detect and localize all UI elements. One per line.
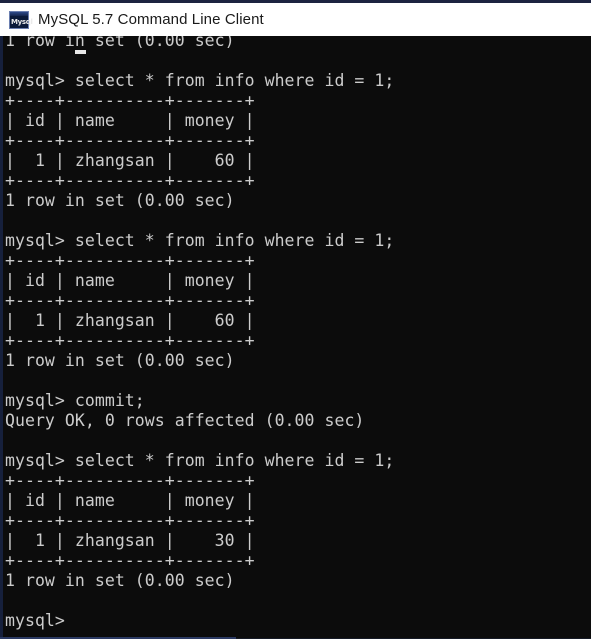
terminal-line: 1 row in set (0.00 sec) [5, 571, 235, 590]
terminal-line: | id | name | money | [5, 111, 255, 130]
terminal-line: mysql> [5, 611, 75, 630]
window-titlebar[interactable]: Mysql MySQL 5.7 Command Line Client [0, 0, 591, 36]
terminal-line: Query OK, 0 rows affected (0.00 sec) [5, 411, 365, 430]
mysql-console-icon: Mysql [9, 11, 33, 29]
terminal-screen: 1 row in set (0.00 sec) mysql> select * … [3, 36, 591, 631]
terminal-line: | 1 | zhangsan | 60 | [5, 151, 255, 170]
terminal-line: | 1 | zhangsan | 30 | [5, 531, 255, 550]
terminal-line: +----+----------+-------+ [5, 471, 255, 490]
terminal-line: +----+----------+-------+ [5, 291, 255, 310]
window-title: MySQL 5.7 Command Line Client [38, 11, 264, 28]
terminal-line: +----+----------+-------+ [5, 511, 255, 530]
terminal-line: +----+----------+-------+ [5, 331, 255, 350]
terminal-line: | 1 | zhangsan | 60 | [5, 311, 255, 330]
terminal-line: mysql> select * from info where id = 1; [5, 231, 395, 250]
terminal-line: +----+----------+-------+ [5, 551, 255, 570]
mysql-client-window: Mysql MySQL 5.7 Command Line Client 1 ro… [0, 0, 591, 639]
terminal-line: +----+----------+-------+ [5, 171, 255, 190]
terminal-line: +----+----------+-------+ [5, 91, 255, 110]
terminal-line: 1 row in set (0.00 sec) [5, 191, 235, 210]
terminal-line: mysql> commit; [5, 391, 145, 410]
terminal-line: 1 row in set (0.00 sec) [5, 36, 235, 50]
terminal-line: +----+----------+-------+ [5, 251, 255, 270]
icon-glyph-text: Mysql [11, 18, 33, 26]
terminal-line: mysql> select * from info where id = 1; [5, 451, 395, 470]
terminal-line: 1 row in set (0.00 sec) [5, 351, 235, 370]
terminal-line: | id | name | money | [5, 491, 255, 510]
terminal-line: +----+----------+-------+ [5, 131, 255, 150]
terminal-cursor [75, 50, 86, 54]
terminal-line: mysql> select * from info where id = 1; [5, 71, 395, 90]
terminal-output-area[interactable]: 1 row in set (0.00 sec) mysql> select * … [0, 36, 591, 639]
terminal-line: | id | name | money | [5, 271, 255, 290]
